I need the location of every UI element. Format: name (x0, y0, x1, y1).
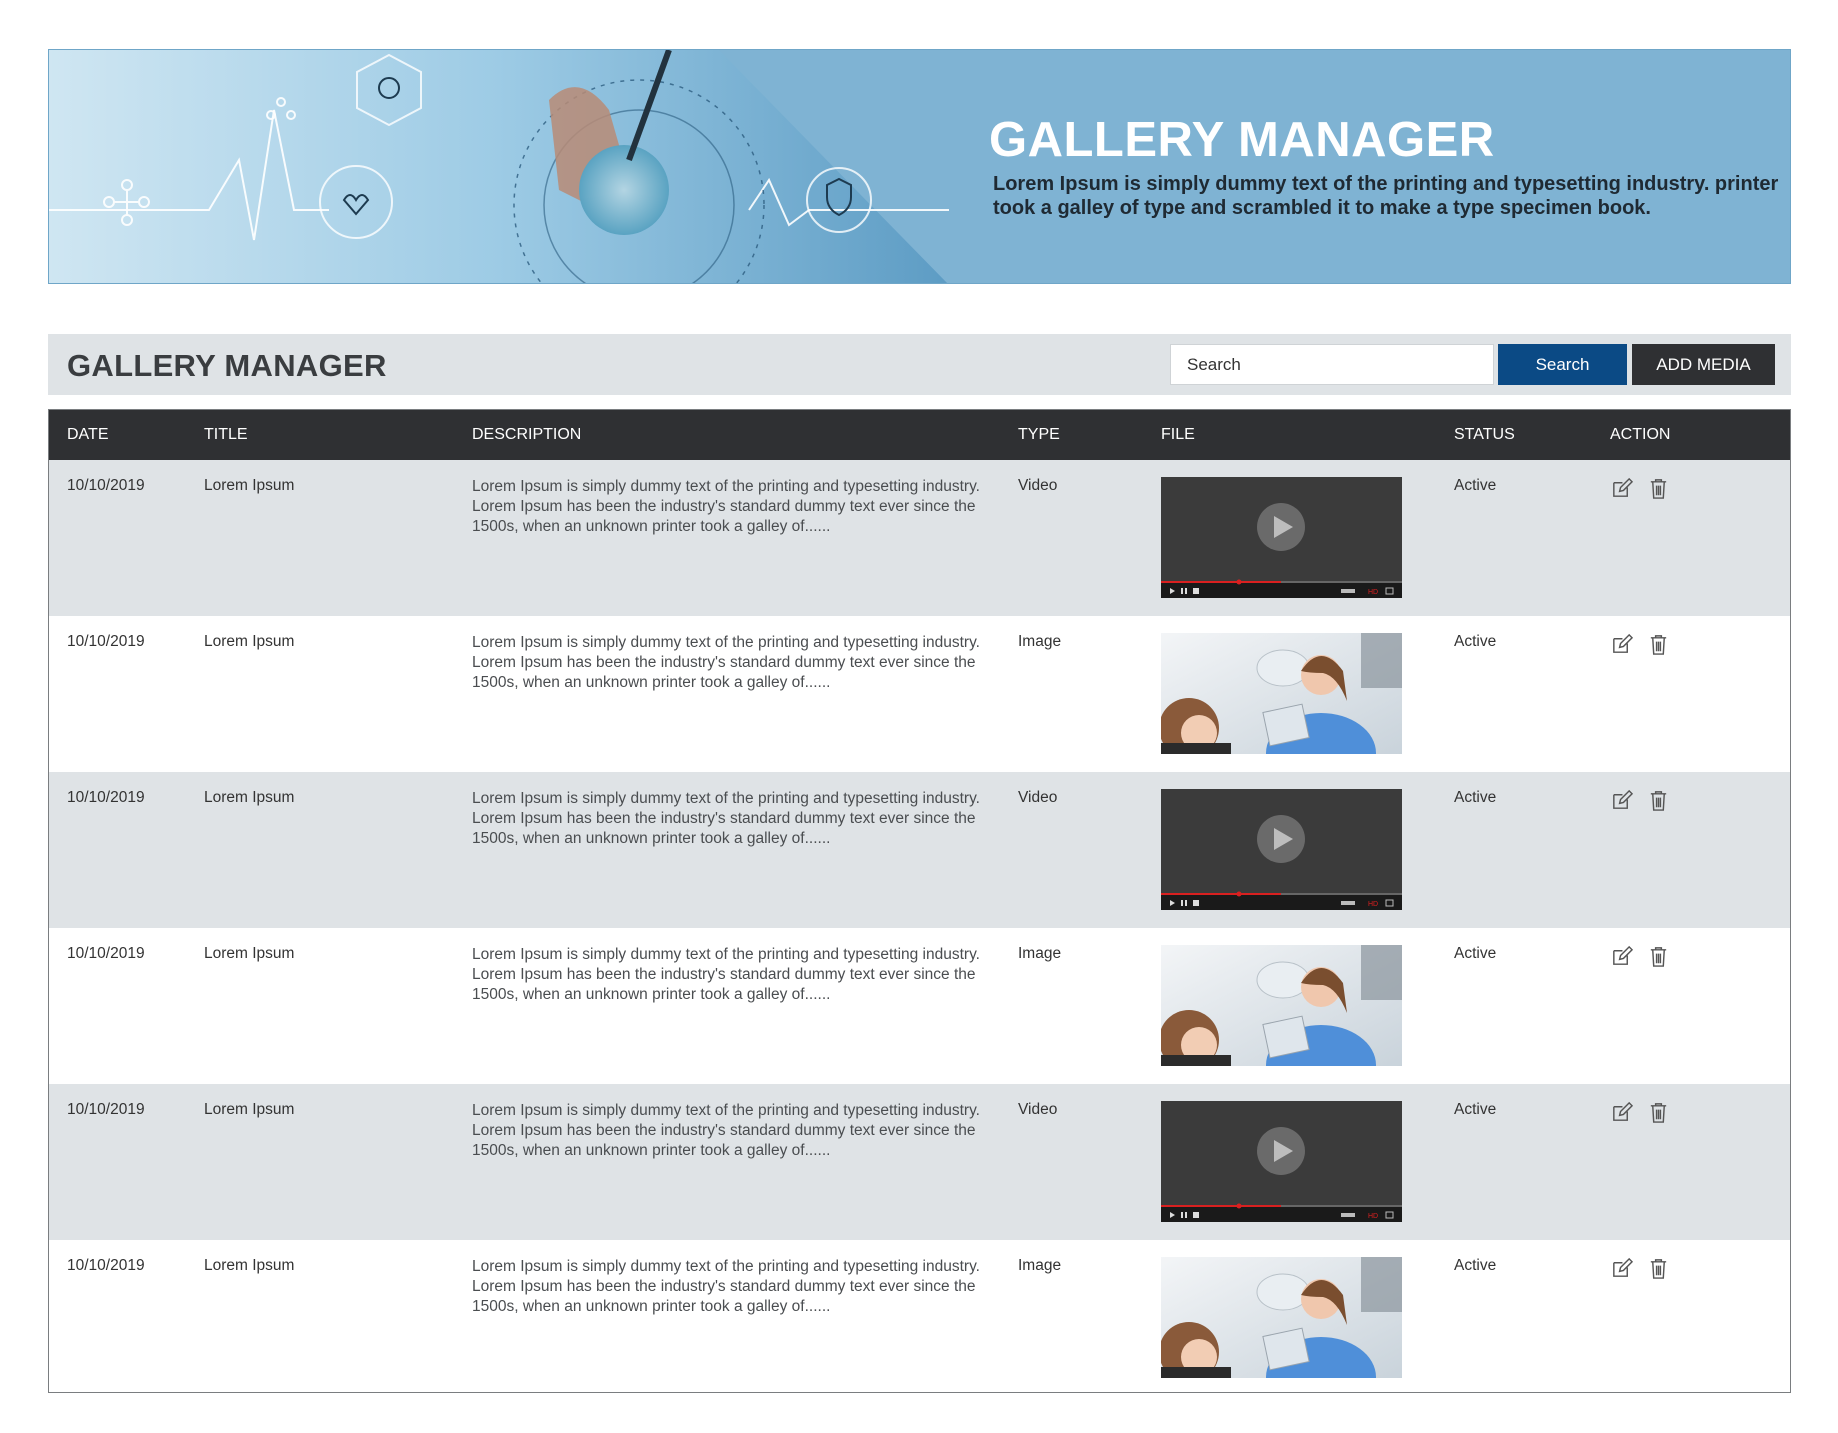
row-description: Lorem Ipsum is simply dummy text of the … (472, 634, 980, 691)
row-description: Lorem Ipsum is simply dummy text of the … (472, 1258, 980, 1315)
row-description: Lorem Ipsum is simply dummy text of the … (472, 946, 980, 1003)
edit-icon[interactable] (1610, 1257, 1633, 1280)
table-header-row: DATE TITLE DESCRIPTION TYPE FILE STATUS … (49, 410, 1790, 460)
trash-icon[interactable] (1647, 633, 1670, 656)
table-row: 10/10/2019 Lorem Ipsum Lorem Ipsum is simp… (49, 1240, 1790, 1392)
toolbar: GALLERY MANAGER Search ADD MEDIA (48, 334, 1791, 395)
row-actions (1592, 616, 1790, 772)
row-type: Video (1018, 477, 1058, 494)
row-date: 10/10/2019 (67, 1257, 145, 1274)
row-date: 10/10/2019 (67, 1101, 145, 1118)
row-title: Lorem Ipsum (204, 477, 295, 494)
search-input[interactable] (1170, 344, 1494, 385)
row-actions (1592, 460, 1790, 616)
column-header-description[interactable]: DESCRIPTION (454, 410, 1000, 460)
table-row: 10/10/2019 Lorem Ipsum Lorem Ipsum is simp… (49, 616, 1790, 772)
edit-icon[interactable] (1610, 1101, 1633, 1124)
row-status: Active (1454, 789, 1497, 806)
edit-icon[interactable] (1610, 633, 1633, 656)
row-actions (1592, 772, 1790, 928)
column-header-action: ACTION (1610, 426, 1671, 443)
table-row: 10/10/2019 Lorem Ipsum Lorem Ipsum is simp… (49, 1084, 1790, 1240)
row-description: Lorem Ipsum is simply dummy text of the … (472, 1102, 980, 1159)
banner-title: GALLERY MANAGER (989, 113, 1495, 167)
trash-icon[interactable] (1647, 477, 1670, 500)
row-description: Lorem Ipsum is simply dummy text of the … (472, 790, 980, 847)
table-row: 10/10/2019 Lorem Ipsum Lorem Ipsum is simp… (49, 928, 1790, 1084)
gallery-table: DATE TITLE DESCRIPTION TYPE FILE STATUS … (48, 409, 1791, 1393)
row-status: Active (1454, 477, 1497, 494)
column-header-date[interactable]: DATE (49, 410, 186, 460)
header-banner: GALLERY MANAGER Lorem Ipsum is simply du… (48, 49, 1791, 284)
trash-icon[interactable] (1647, 1257, 1670, 1280)
trash-icon[interactable] (1647, 945, 1670, 968)
row-status: Active (1454, 1101, 1497, 1118)
image-thumbnail[interactable] (1161, 945, 1402, 1066)
row-type: Video (1018, 1101, 1058, 1118)
row-title: Lorem Ipsum (204, 945, 295, 962)
row-file: HD (1143, 460, 1436, 616)
row-status: Active (1454, 1257, 1497, 1274)
row-file (1143, 928, 1436, 1084)
action-buttons (1610, 1101, 1790, 1124)
action-buttons (1610, 945, 1790, 968)
banner-subtitle: Lorem Ipsum is simply dummy text of the … (993, 173, 1779, 219)
action-buttons (1610, 1257, 1790, 1280)
edit-icon[interactable] (1610, 789, 1633, 812)
svg-text:HD: HD (1368, 901, 1378, 908)
column-header-status[interactable]: STATUS (1436, 410, 1592, 460)
svg-text:HD: HD (1368, 1213, 1378, 1220)
action-buttons (1610, 633, 1790, 656)
row-file: HD (1143, 1084, 1436, 1240)
row-actions (1592, 1240, 1790, 1392)
search-button[interactable]: Search (1498, 344, 1627, 385)
image-thumbnail[interactable] (1161, 1257, 1402, 1378)
svg-text:HD: HD (1368, 589, 1378, 596)
trash-icon[interactable] (1647, 789, 1670, 812)
row-date: 10/10/2019 (67, 789, 145, 806)
edit-icon[interactable] (1610, 945, 1633, 968)
row-date: 10/10/2019 (67, 477, 145, 494)
row-description: Lorem Ipsum is simply dummy text of the … (472, 478, 980, 535)
row-title: Lorem Ipsum (204, 633, 295, 650)
video-thumbnail[interactable]: HD (1161, 789, 1402, 910)
video-thumbnail[interactable]: HD (1161, 1101, 1402, 1222)
trash-icon[interactable] (1647, 1101, 1670, 1124)
row-actions (1592, 928, 1790, 1084)
row-title: Lorem Ipsum (204, 789, 295, 806)
action-buttons (1610, 789, 1790, 812)
row-file: HD (1143, 772, 1436, 928)
action-buttons (1610, 477, 1790, 500)
row-file (1143, 616, 1436, 772)
row-file (1143, 1240, 1436, 1392)
row-title: Lorem Ipsum (204, 1101, 295, 1118)
table-row: 10/10/2019 Lorem Ipsum Lorem Ipsum is simp… (49, 772, 1790, 928)
row-date: 10/10/2019 (67, 633, 145, 650)
row-title: Lorem Ipsum (204, 1257, 295, 1274)
column-header-file[interactable]: FILE (1143, 410, 1436, 460)
column-header-type[interactable]: TYPE (1000, 410, 1143, 460)
page-title: GALLERY MANAGER (67, 348, 387, 383)
row-status: Active (1454, 945, 1497, 962)
edit-icon[interactable] (1610, 477, 1633, 500)
row-type: Image (1018, 1257, 1062, 1274)
row-type: Video (1018, 789, 1058, 806)
row-status: Active (1454, 633, 1497, 650)
add-media-button[interactable]: ADD MEDIA (1632, 344, 1775, 385)
row-type: Image (1018, 945, 1062, 962)
row-date: 10/10/2019 (67, 945, 145, 962)
row-type: Image (1018, 633, 1062, 650)
column-header-title[interactable]: TITLE (186, 410, 454, 460)
table-row: 10/10/2019 Lorem Ipsum Lorem Ipsum is simp… (49, 460, 1790, 616)
banner-illustration (49, 50, 949, 283)
video-thumbnail[interactable]: HD (1161, 477, 1402, 598)
row-actions (1592, 1084, 1790, 1240)
image-thumbnail[interactable] (1161, 633, 1402, 754)
